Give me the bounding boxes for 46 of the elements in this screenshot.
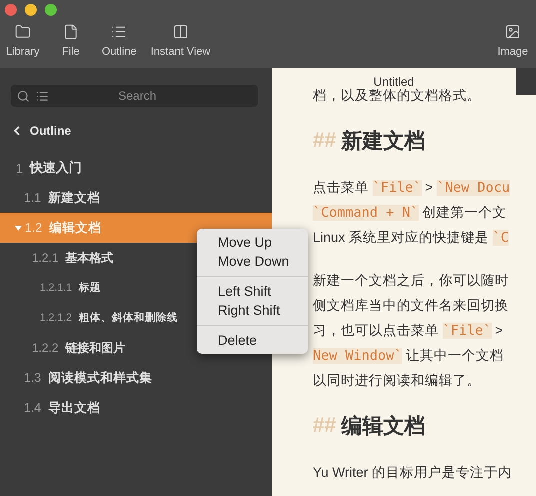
menu-item[interactable]: Delete — [197, 331, 308, 350]
inline-code: `File` — [442, 323, 492, 339]
body-text: 创建第一个文 — [421, 205, 506, 220]
body-text: 习，也可以点击菜单 — [313, 323, 440, 338]
folder-icon — [15, 24, 31, 40]
file-icon — [63, 24, 79, 40]
inline-code: `C — [492, 230, 510, 246]
outline-item[interactable]: 1.3 阅读模式和样式集 — [0, 363, 272, 393]
caret-icon — [15, 226, 22, 230]
body-text: Yu Writer 的目标用户是专注于内 — [313, 465, 512, 480]
search-icon — [17, 90, 30, 102]
body-text: 新建一个文档之后，你可以随时 — [313, 273, 509, 288]
outline-item[interactable]: 1.4 导出文档 — [0, 393, 272, 423]
outline-item[interactable]: 1 快速入门 — [0, 153, 272, 183]
body-text: 点击菜单 — [313, 180, 370, 195]
close-button[interactable] — [5, 4, 17, 16]
outline-heading: Outline — [30, 124, 72, 138]
list-icon — [36, 90, 49, 102]
inline-code: New Window` — [313, 348, 402, 364]
minimize-button[interactable] — [25, 4, 37, 16]
body-text: 让其中一个文档 — [405, 348, 504, 363]
tab-bar-background — [516, 68, 536, 95]
toolbar-button[interactable]: Image — [496, 24, 530, 58]
outline-item[interactable]: 1.1 新建文档 — [0, 183, 272, 213]
body-text: > — [424, 180, 434, 195]
inline-code: `File` — [372, 180, 422, 196]
search-input[interactable]: Search — [55, 88, 220, 104]
inline-code: `New Docu — [436, 180, 510, 196]
zoom-button[interactable] — [45, 4, 57, 16]
section-heading: ## 编辑文档 — [313, 413, 426, 440]
body-text: Linux 系统里对应的快捷键是 — [313, 230, 490, 245]
body-text: > — [494, 323, 504, 338]
section-heading: ## 新建文档 — [313, 128, 426, 155]
toolbar-button[interactable]: Outline — [102, 24, 137, 58]
menu-item[interactable]: Move Down — [197, 252, 308, 271]
menu-item[interactable]: Left Shift — [197, 282, 308, 301]
toolbar-button[interactable]: File — [54, 24, 88, 58]
body-text: 以同时进行阅读和编辑了。 — [313, 373, 481, 388]
toolbar-button[interactable]: Instant View — [150, 24, 211, 58]
toolbar-button[interactable]: Library — [6, 24, 40, 58]
columns-icon — [172, 24, 189, 40]
image-icon — [505, 24, 521, 40]
search-field[interactable]: Search — [11, 85, 258, 107]
inline-code: `Command + N` — [313, 205, 419, 221]
body-text: 侧文档库当中的文件名来回切换 — [313, 298, 509, 313]
menu-item[interactable]: Right Shift — [197, 301, 308, 320]
